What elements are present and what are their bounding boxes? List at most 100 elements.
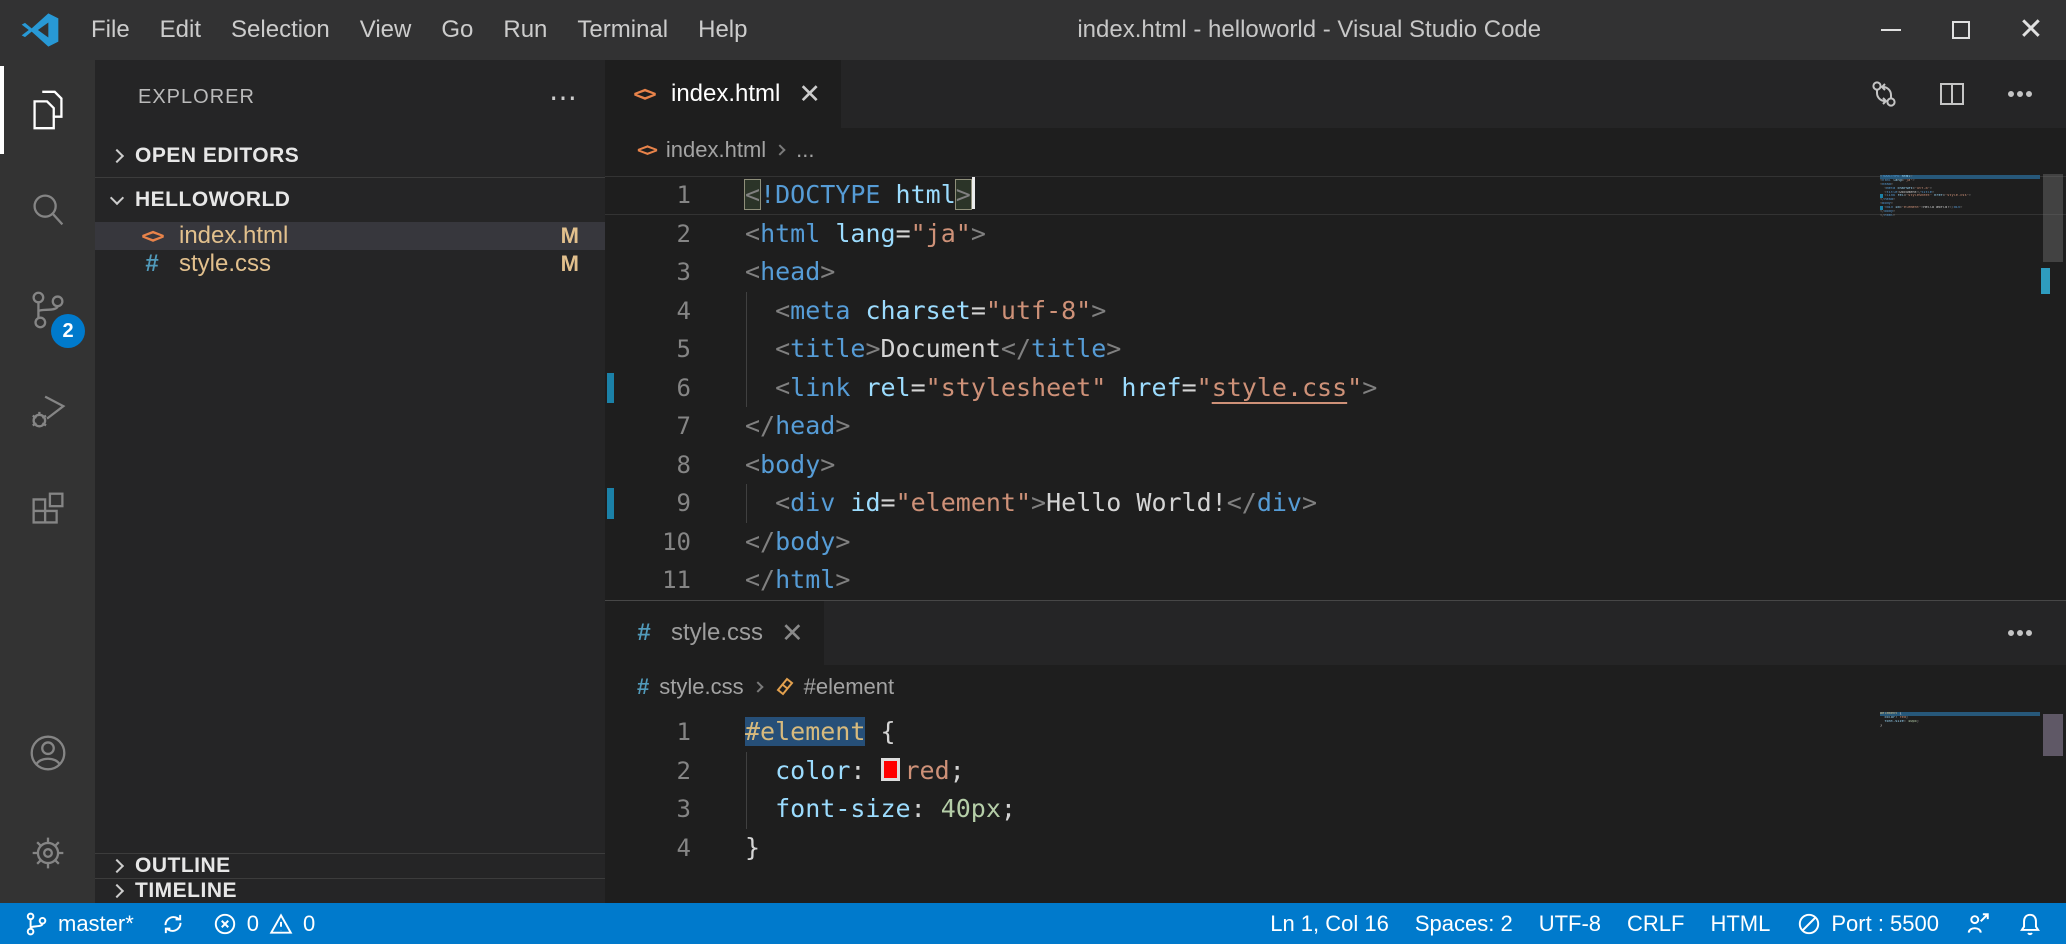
code-line[interactable]: 10</body> <box>605 523 2066 562</box>
scrollbar-slider[interactable] <box>2043 714 2063 756</box>
code-text: #element { <box>745 713 896 752</box>
code-line[interactable]: 3 <head> <box>605 253 2066 292</box>
line-number: 2 <box>605 215 691 254</box>
timeline-section[interactable]: TIMELINE <box>95 878 605 903</box>
file-row-index.html[interactable]: <>index.htmlM <box>95 222 605 250</box>
code-text: <head> <box>745 253 835 292</box>
code-line[interactable]: 3 font-size: 40px; <box>605 790 2066 829</box>
sidebar-item-explorer[interactable] <box>0 60 95 160</box>
minimap-1[interactable]: #element { color: red; font-size: 40px;} <box>1880 712 2040 728</box>
code-line[interactable]: 1<!DOCTYPE html> <box>605 176 2066 215</box>
code-line[interactable]: 9 <div id="element">Hello World!</div> <box>605 484 2066 523</box>
code-line[interactable]: 4} <box>605 829 2066 868</box>
breadcrumb[interactable]: # style.css #element <box>605 665 2066 709</box>
indentation[interactable]: Spaces: 2 <box>1402 903 1526 944</box>
sidebar-item-extensions[interactable] <box>0 460 95 560</box>
branch-icon <box>23 911 49 937</box>
code-line[interactable]: 1 #element { <box>605 713 2066 752</box>
line-number: 9 <box>605 484 691 523</box>
menu-file[interactable]: File <box>76 8 145 52</box>
account-button[interactable] <box>0 703 95 803</box>
settings-button[interactable] <box>0 803 95 903</box>
line-number: 10 <box>605 523 691 562</box>
code-line[interactable]: 6 <link rel="stylesheet" href="style.css… <box>605 369 2066 408</box>
open-changes-icon[interactable] <box>1868 78 1900 110</box>
menu-help[interactable]: Help <box>683 8 762 52</box>
extensions-icon <box>25 487 71 533</box>
breadcrumb[interactable]: <> index.html ... <box>605 128 2066 172</box>
tab-index-html[interactable]: <> index.html ✕ <box>605 60 841 128</box>
window-controls: ✕ <box>1856 0 2066 60</box>
menu-run[interactable]: Run <box>488 8 562 52</box>
menu-bar: FileEditSelectionViewGoRunTerminalHelp <box>76 8 762 52</box>
more-actions-icon[interactable] <box>2004 617 2036 649</box>
breadcrumb-separator-icon <box>775 144 786 155</box>
sidebar-item-source-control[interactable]: 2 <box>0 260 95 360</box>
code-line[interactable]: 7</head> <box>605 407 2066 446</box>
status-bar: master* 0 0 Ln 1, Col 16 Spaces: 2 UTF-8… <box>0 903 2066 944</box>
code-editor-html[interactable]: 1<!DOCTYPE html>2<html lang="ja">3 <head>… <box>605 172 2066 600</box>
eol-sequence[interactable]: CRLF <box>1614 903 1697 944</box>
color-swatch[interactable] <box>881 758 900 781</box>
editor-group-css: # style.css ✕ # style.css <box>605 600 2066 903</box>
account-icon <box>25 730 71 776</box>
code-line[interactable]: 5 <title>Document</title> <box>605 330 2066 369</box>
code-line[interactable]: 8<body> <box>605 446 2066 485</box>
encoding[interactable]: UTF-8 <box>1526 903 1614 944</box>
tab-close-icon[interactable]: ✕ <box>794 79 825 110</box>
window-title: index.html - helloworld - Visual Studio … <box>762 16 1856 44</box>
cursor-position[interactable]: Ln 1, Col 16 <box>1257 903 1402 944</box>
close-button[interactable]: ✕ <box>1996 0 2066 60</box>
explorer-more-actions-button[interactable]: ⋯ <box>549 81 579 114</box>
minimap-line: </html> <box>1880 214 2040 218</box>
code-line[interactable]: 4 <meta charset="utf-8"> <box>605 292 2066 331</box>
code-line[interactable]: 2<html lang="ja"> <box>605 215 2066 254</box>
tab-close-icon[interactable]: ✕ <box>777 618 808 649</box>
menu-selection[interactable]: Selection <box>216 8 345 52</box>
feedback-button[interactable] <box>1952 903 2004 944</box>
css-rule-symbol-icon <box>774 676 796 698</box>
tab-style-css[interactable]: # style.css ✕ <box>605 601 824 665</box>
line-number: 3 <box>605 253 691 292</box>
scrollbar[interactable] <box>2040 172 2066 600</box>
text-cursor <box>972 177 975 209</box>
scrollbar[interactable] <box>2040 709 2066 903</box>
menu-go[interactable]: Go <box>426 8 488 52</box>
file-row-style.css[interactable]: #style.cssM <box>95 250 605 278</box>
tab-bar: <> index.html ✕ <box>605 60 2066 128</box>
branch-indicator[interactable]: master* <box>10 903 147 944</box>
menu-edit[interactable]: Edit <box>145 8 216 52</box>
open-editors-section[interactable]: OPEN EDITORS <box>95 134 605 178</box>
split-editor-icon[interactable] <box>1936 78 1968 110</box>
line-number: 1 <box>605 713 691 752</box>
gear-icon <box>25 830 71 876</box>
explorer-sidebar: EXPLORER ⋯ OPEN EDITORS HELLOWORLD <>ind… <box>95 60 605 903</box>
notifications-button[interactable] <box>2004 903 2056 944</box>
breadcrumb-separator-icon <box>752 681 763 692</box>
code-text: <title>Document</title> <box>745 330 1121 369</box>
code-editor-css[interactable]: 1 #element {2 color: red;3 font-size: 40p… <box>605 709 2066 903</box>
outline-section[interactable]: OUTLINE <box>95 853 605 878</box>
language-mode[interactable]: HTML <box>1697 903 1783 944</box>
warning-icon <box>268 911 294 937</box>
code-line[interactable]: 2 color: red; <box>605 752 2066 791</box>
minimap-0[interactable]: <!DOCTYPE html><html lang="ja"><head> <m… <box>1880 175 2040 218</box>
live-server-port[interactable]: Port : 5500 <box>1783 903 1952 944</box>
folder-section[interactable]: HELLOWORLD <box>95 178 605 222</box>
menu-terminal[interactable]: Terminal <box>562 8 683 52</box>
chevron-down-icon <box>110 191 124 205</box>
menu-view[interactable]: View <box>345 8 427 52</box>
minimize-button[interactable] <box>1856 0 1926 60</box>
sidebar-item-run-debug[interactable] <box>0 360 95 460</box>
sidebar-item-search[interactable] <box>0 160 95 260</box>
git-modified-badge: M <box>561 223 579 249</box>
code-text: color: red; <box>745 752 965 791</box>
sync-button[interactable] <box>147 903 199 944</box>
maximize-button[interactable] <box>1926 0 1996 60</box>
code-line[interactable]: 11</html> <box>605 561 2066 600</box>
problems-indicator[interactable]: 0 0 <box>199 903 329 944</box>
scrollbar-slider[interactable] <box>2043 174 2063 262</box>
more-actions-icon[interactable] <box>2004 78 2036 110</box>
activity-bar: 2 <box>0 60 95 903</box>
vscode-logo-icon <box>20 10 60 50</box>
